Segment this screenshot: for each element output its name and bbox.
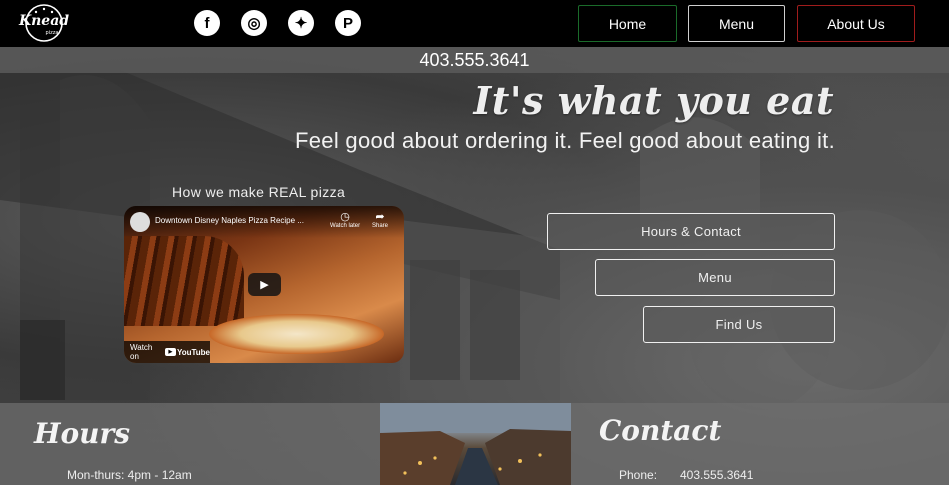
youtube-logo: ▶ YouTube <box>164 347 210 357</box>
video-embed[interactable]: Downtown Disney Naples Pizza Recipe ... … <box>124 206 404 363</box>
venice-canal-image <box>380 403 571 485</box>
nav-menu-button[interactable]: Menu <box>688 5 785 42</box>
contact-section: Contact Phone: 403.555.3641 <box>571 403 949 485</box>
hours-line: Mon-thurs: 4pm - 12am <box>67 468 192 482</box>
nav-about-button[interactable]: About Us <box>797 5 915 42</box>
phone-number[interactable]: 403.555.3641 <box>419 50 529 71</box>
watch-on-label: Watch on <box>130 343 153 361</box>
youtube-label: YouTube <box>176 347 210 357</box>
share-button[interactable]: ➦ Share <box>372 210 388 229</box>
phone-banner: 403.555.3641 <box>0 47 949 73</box>
share-label: Share <box>372 223 389 229</box>
canal-photo <box>380 403 571 485</box>
video-thumbnail-pizza <box>209 314 384 354</box>
hero-subheadline: Feel good about ordering it. Feel good a… <box>295 128 835 153</box>
facebook-icon[interactable]: f <box>194 10 220 36</box>
pinterest-icon[interactable]: P <box>335 10 361 36</box>
hours-section: Hours Mon-thurs: 4pm - 12am <box>0 403 380 485</box>
contact-phone-value[interactable]: 403.555.3641 <box>680 468 753 482</box>
video-title[interactable]: Downtown Disney Naples Pizza Recipe ... <box>155 216 304 225</box>
watch-later-label: Watch later <box>330 223 361 229</box>
twitter-icon[interactable]: ✦ <box>288 10 314 36</box>
contact-phone-label: Phone: <box>619 468 658 482</box>
play-icon: ▶ <box>260 278 269 291</box>
watch-on-youtube-link[interactable]: Watch on ▶ YouTube <box>124 341 210 363</box>
share-icon: ➦ <box>375 211 385 223</box>
clock-icon: ◷ <box>340 211 350 223</box>
find-us-button[interactable]: Find Us <box>643 306 835 343</box>
svg-text:Knead: Knead <box>18 13 69 29</box>
video-caption: How we make REAL pizza <box>172 184 346 200</box>
nav-home-button[interactable]: Home <box>578 5 677 42</box>
contact-title: Contact <box>599 414 722 447</box>
video-thumbnail-oven <box>124 236 244 326</box>
youtube-play-icon: ▶ <box>164 348 176 356</box>
instagram-icon[interactable]: ◎ <box>241 10 267 36</box>
play-button[interactable]: ▶ <box>248 273 281 296</box>
hours-contact-button[interactable]: Hours & Contact <box>547 213 835 250</box>
hero-headline: It's what you eat <box>473 78 834 123</box>
channel-avatar[interactable] <box>130 212 150 232</box>
watch-later-button[interactable]: ◷ Watch later <box>330 210 360 229</box>
menu-button[interactable]: Menu <box>595 259 835 296</box>
brand-logo[interactable]: Knead pizza <box>18 3 70 43</box>
svg-text:pizza: pizza <box>46 30 59 36</box>
hours-title: Hours <box>34 417 131 450</box>
top-navbar: Knead pizza f ◎ ✦ P Home Menu About Us <box>0 0 949 47</box>
logo-icon: Knead pizza <box>18 4 69 42</box>
